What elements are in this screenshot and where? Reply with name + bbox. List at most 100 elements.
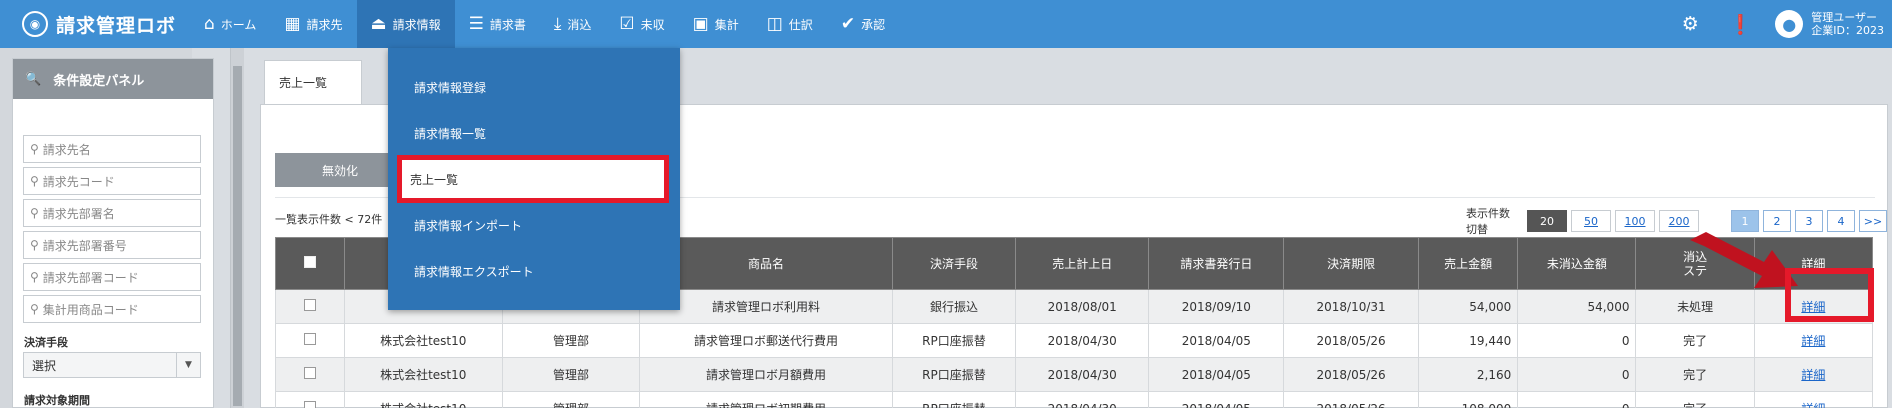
department-code-input[interactable]: ⚲ 請求先部署コード [23, 263, 201, 291]
payment-method-select[interactable]: 選択 ▼ [23, 352, 201, 378]
nav-label: 承認 [861, 17, 886, 32]
table-row[interactable]: 株式会社test10 管理部 請求管理ロボ初期費用 RP口座振替 2018/04… [275, 391, 1874, 408]
row-select [275, 357, 345, 392]
nav-item-journal[interactable]: ◫ 仕訳 [753, 0, 827, 48]
detail-link[interactable]: 詳細 [1801, 402, 1825, 408]
table-row[interactable]: 株式会社test10 管理部 請求管理ロボ月額費用 RP口座振替 2018/04… [275, 357, 1874, 392]
building-icon: ▦ [284, 14, 301, 34]
cell-product: 請求管理ロボ月額費用 [639, 357, 893, 392]
sidebar: 🔍 条件設定パネル ⚲ 請求先名 ⚲ 請求先コード ⚲ 請求先部署名 ⚲ 請求先部署番号… [0, 48, 214, 408]
cell-invoice-date: 2018/09/10 [1148, 289, 1285, 324]
detail-link[interactable]: 詳細 [1801, 334, 1825, 348]
nav-item-clients[interactable]: ▦ 請求先 [270, 0, 356, 48]
field-placeholder: 請求先コード [42, 174, 115, 189]
cell-unreconciled: 0 [1517, 323, 1637, 358]
nav-item-receivables[interactable]: ☑ 未収 [605, 0, 678, 48]
cell-detail: 詳細 [1753, 391, 1874, 408]
nav-item-invoices[interactable]: ☰ 請求書 [455, 0, 540, 48]
col-header-sales-date: 売上計上日 [1014, 237, 1150, 290]
user-menu[interactable]: ● 管理ユーザー 企業ID：2023 [1765, 10, 1892, 38]
cell-client: 株式会社test10 [343, 357, 503, 392]
field-placeholder: 請求先部署番号 [42, 238, 127, 253]
page-4[interactable]: 4 [1827, 210, 1855, 232]
checkbox-icon: ☑ [619, 14, 635, 34]
field-placeholder: 請求先部署コード [42, 270, 139, 285]
tab-sales-list[interactable]: 売上一覧 [264, 60, 362, 104]
nav-label: 請求書 [489, 17, 526, 32]
per-page-switcher: 表示件数 切替 20 50 100 200 1 2 3 4 >> [1466, 205, 1887, 237]
page-next[interactable]: >> [1859, 210, 1887, 232]
list-count: 一覧表示件数 < 72件 [275, 213, 383, 226]
billing-info-dropdown-menu: 請求情報登録 請求情報一覧 売上一覧 請求情報インポート 請求情報エクスポート [388, 48, 680, 310]
cell-payment: 銀行振込 [892, 289, 1016, 324]
download-icon: ⤓ [553, 14, 562, 34]
cell-payment: RP口座振替 [892, 357, 1016, 392]
row-select [275, 323, 345, 358]
nav-item-billing-info[interactable]: ⏏ 請求情報 [356, 0, 455, 48]
cell-due-date: 2018/05/26 [1283, 357, 1419, 392]
col-header-due-date: 決済期限 [1283, 237, 1419, 290]
search-icon: ⚲ [30, 174, 39, 188]
nav-label: 未収 [640, 17, 665, 32]
row-checkbox[interactable] [303, 367, 316, 379]
col-header-unreconciled: 未消込金額 [1517, 237, 1637, 290]
app-logo[interactable]: ◉ 請求管理ロボ [22, 10, 176, 38]
cell-amount: 19,440 [1417, 323, 1519, 358]
cell-due-date: 2018/05/26 [1283, 391, 1419, 408]
row-checkbox[interactable] [303, 401, 316, 408]
select-all-header [275, 237, 345, 290]
nav-label: 仕訳 [788, 17, 813, 32]
nav-item-home[interactable]: ⌂ ホーム [190, 0, 270, 48]
menu-item-billing-import[interactable]: 請求情報インポート [388, 202, 680, 248]
per-page-label: 表示件数 切替 [1466, 207, 1510, 236]
cell-unreconciled: 54,000 [1517, 289, 1637, 324]
top-right-tools: ⚙ ❗ ● 管理ユーザー 企業ID：2023 [1665, 0, 1892, 48]
page-2[interactable]: 2 [1763, 210, 1791, 232]
row-checkbox[interactable] [303, 333, 316, 345]
panel-title: 条件設定パネル [53, 73, 145, 89]
sidebar-scrollbar[interactable] [230, 48, 244, 408]
nav-label: 請求先 [306, 17, 343, 32]
invalidate-button[interactable]: 無効化 [275, 153, 405, 187]
table-row[interactable]: 株式会社test10 管理部 請求管理ロボ郵送代行費用 RP口座振替 2018/… [275, 323, 1874, 358]
page-1[interactable]: 1 [1731, 210, 1759, 232]
nav-item-reconcile[interactable]: ⤓ 消込 [540, 0, 606, 48]
cell-sales-date: 2018/08/01 [1014, 289, 1150, 324]
scrollbar-thumb[interactable] [233, 66, 242, 406]
cell-status: 完了 [1635, 323, 1755, 358]
cell-payment: RP口座振替 [892, 391, 1016, 408]
per-page-200[interactable]: 200 [1659, 210, 1699, 232]
robot-face-icon: ◉ [22, 11, 48, 37]
user-info: 管理ユーザー 企業ID：2023 [1811, 11, 1884, 37]
select-all-checkbox[interactable] [303, 256, 316, 268]
menu-item-billing-list[interactable]: 請求情報一覧 [388, 110, 680, 156]
row-checkbox[interactable] [303, 299, 316, 311]
menu-item-sales-list[interactable]: 売上一覧 [397, 155, 669, 203]
page-3[interactable]: 3 [1795, 210, 1823, 232]
department-name-input[interactable]: ⚲ 請求先部署名 [23, 199, 201, 227]
cell-sales-date: 2018/04/30 [1014, 357, 1150, 392]
menu-item-billing-export[interactable]: 請求情報エクスポート [388, 248, 680, 294]
menu-item-billing-register[interactable]: 請求情報登録 [388, 64, 680, 110]
client-code-input[interactable]: ⚲ 請求先コード [23, 167, 201, 195]
nav-item-totals[interactable]: ▣ 集計 [679, 0, 753, 48]
nav-label: 消込 [567, 17, 592, 32]
detail-link[interactable]: 詳細 [1801, 368, 1825, 382]
billing-period-label: 請求対象期間 [24, 394, 90, 407]
cell-invoice-date: 2018/04/05 [1148, 323, 1285, 358]
per-page-100[interactable]: 100 [1615, 210, 1655, 232]
department-number-input[interactable]: ⚲ 請求先部署番号 [23, 231, 201, 259]
nav-item-approval[interactable]: ✔ 承認 [827, 0, 899, 48]
list-icon: ☰ [468, 14, 484, 34]
cell-status: 完了 [1635, 391, 1755, 408]
alert-icon[interactable]: ❗ [1715, 0, 1765, 48]
client-name-input[interactable]: ⚲ 請求先名 [23, 135, 201, 163]
gear-icon[interactable]: ⚙ [1665, 0, 1715, 48]
per-page-50[interactable]: 50 [1571, 210, 1611, 232]
cell-due-date: 2018/10/31 [1283, 289, 1419, 324]
nav-label: ホーム [220, 17, 257, 32]
product-code-input[interactable]: ⚲ 集計用商品コード [23, 295, 201, 323]
cell-client: 株式会社test10 [343, 391, 503, 408]
inbox-icon: ⏏ [370, 14, 387, 34]
per-page-20[interactable]: 20 [1527, 210, 1567, 232]
